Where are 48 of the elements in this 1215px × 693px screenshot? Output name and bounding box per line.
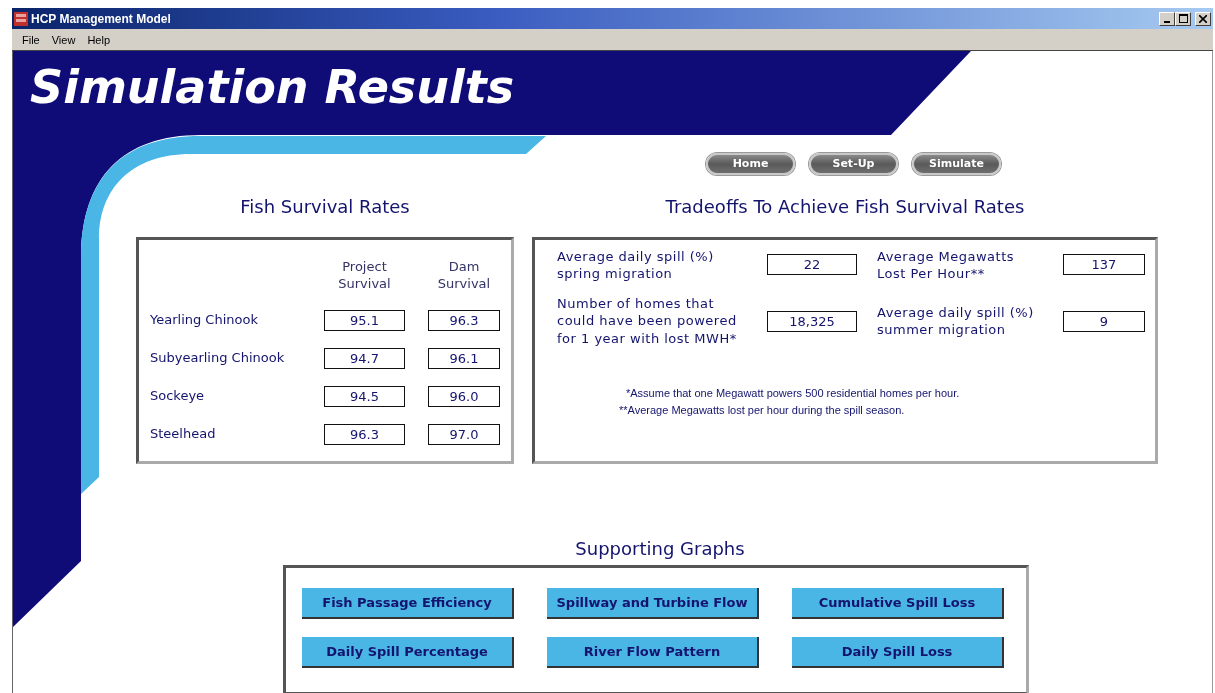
value-field: 22 xyxy=(767,254,857,276)
nav-button[interactable]: Simulate xyxy=(912,153,1001,176)
field-label: Average Megawatts Lost Per Hour** xyxy=(877,247,1015,283)
close-icon xyxy=(1199,14,1207,23)
value-field: 96.3 xyxy=(428,309,500,331)
species-label: Sockeye xyxy=(150,387,206,406)
section-heading: Tradeoffs To Achieve Fish Survival Rates xyxy=(664,195,1026,219)
value-field: 9 xyxy=(1063,310,1145,332)
value-field: 95.1 xyxy=(324,309,405,331)
minimize-button[interactable] xyxy=(1159,11,1175,26)
maximize-button[interactable] xyxy=(1175,11,1191,26)
value-field: 94.7 xyxy=(324,347,405,369)
app-icon xyxy=(14,11,28,26)
section-heading: Fish Survival Rates xyxy=(239,195,411,219)
page-title: Simulation Results xyxy=(29,59,515,116)
nav-button[interactable]: Home xyxy=(706,153,795,176)
field-label: Number of homes that could have been powered for 1 year with lost MWH* xyxy=(557,295,738,347)
graph-button[interactable]: Daily Spill Percentage xyxy=(302,637,514,669)
window-title: HCP Management Model xyxy=(31,11,171,26)
minimize-icon xyxy=(1164,20,1170,23)
graph-button[interactable]: Fish Passage Efficiency xyxy=(302,588,514,620)
maximize-icon xyxy=(1178,14,1188,23)
graph-button[interactable]: Daily Spill Loss xyxy=(792,637,1004,669)
value-field: 96.0 xyxy=(428,385,500,407)
value-field: 96.1 xyxy=(428,347,500,369)
field-label: Average daily spill (%) summer migration xyxy=(877,303,1035,339)
species-label: Steelhead xyxy=(150,425,217,444)
nav-button[interactable]: Set-Up xyxy=(809,153,898,176)
species-label: Subyearling Chinook xyxy=(150,349,286,368)
graph-button[interactable]: Spillway and Turbine Flow xyxy=(547,588,759,620)
column-header: Dam Survival xyxy=(436,257,492,293)
menu-item[interactable]: Help xyxy=(81,33,116,46)
graph-button[interactable]: River Flow Pattern xyxy=(547,637,759,669)
section-heading: Supporting Graphs xyxy=(574,537,746,560)
species-label: Yearling Chinook xyxy=(150,311,259,330)
value-field: 96.3 xyxy=(324,423,405,445)
value-field: 94.5 xyxy=(324,385,405,407)
close-button[interactable] xyxy=(1195,11,1211,26)
value-field: 97.0 xyxy=(428,423,500,445)
value-field: 137 xyxy=(1063,254,1145,276)
menu-item[interactable]: View xyxy=(45,33,82,46)
value-field: 18,325 xyxy=(767,310,857,332)
footnote: **Average Megawatts lost per hour during the spill season. xyxy=(619,404,906,416)
field-label: Average daily spill (%) spring migration xyxy=(557,247,715,283)
graph-button[interactable]: Cumulative Spill Loss xyxy=(792,588,1004,620)
menu-item[interactable]: File xyxy=(16,33,46,46)
footnote: *Assume that one Megawatt powers 500 residential homes per hour. xyxy=(625,387,961,399)
column-header: Project Survival xyxy=(337,257,392,293)
